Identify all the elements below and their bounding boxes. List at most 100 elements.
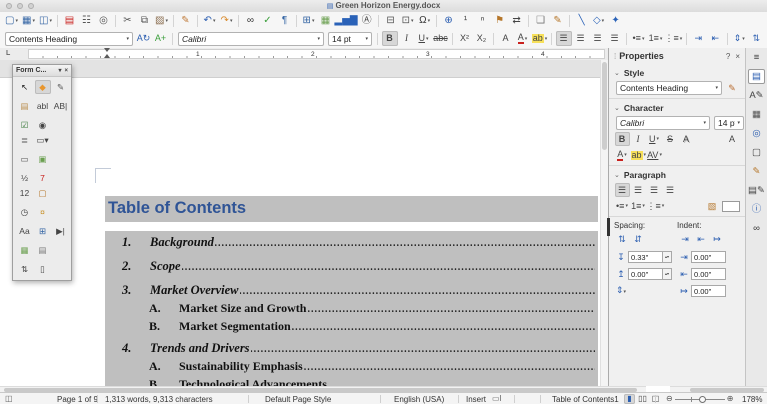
sidebar-align-center-button[interactable]: ☰	[631, 183, 646, 197]
tab-manage-changes[interactable]: ✎	[748, 164, 765, 179]
first-line-indent-input[interactable]: 0.00"	[691, 285, 726, 297]
group-box-control[interactable]: ▢	[35, 186, 51, 200]
align-center-button[interactable]: ☰	[573, 31, 589, 46]
tab-accessibility-check[interactable]: ⓘ	[748, 202, 765, 217]
numerical-field-control[interactable]: 12	[17, 186, 33, 200]
toc-entry[interactable]: A. Sustainability Emphasis...............…	[105, 359, 595, 375]
align-right-button[interactable]: ☰	[590, 31, 606, 46]
find-replace-button[interactable]: ∞	[243, 13, 259, 28]
sidebar-bold-button[interactable]: B	[614, 132, 630, 146]
undo-button[interactable]: ↶ ▾	[202, 13, 218, 28]
toc-entry[interactable]: B. Technological Advancements............…	[105, 377, 595, 386]
sidebar-close-button[interactable]: ×	[735, 52, 740, 61]
image-button-control[interactable]: ▣	[35, 152, 51, 166]
ordered-list-button[interactable]: 1≡ ▾	[648, 31, 664, 46]
show-draw-functions-button[interactable]: ✦	[608, 13, 624, 28]
select-tool[interactable]: ↖	[17, 80, 33, 94]
push-button-control[interactable]: ▭	[17, 152, 33, 166]
subscript-button[interactable]: X₂	[474, 31, 490, 46]
sidebar-help-button[interactable]: ?	[726, 52, 730, 61]
scrollbar-control[interactable]: ▯	[35, 262, 51, 276]
font-size-select[interactable]: 14 pt ▾	[328, 31, 372, 46]
zoom-slider-thumb[interactable]	[698, 395, 706, 403]
paste-button[interactable]: ▨ ▾	[154, 13, 170, 28]
toc-entry[interactable]: 4. Trends and Drivers....................…	[105, 341, 595, 357]
toggle-wizards-button[interactable]: ✎	[53, 80, 69, 94]
line-spacing-button[interactable]: ⇕ ▾	[731, 31, 747, 46]
export-pdf-button[interactable]: ▤	[62, 13, 78, 28]
sidebar-shadow-button[interactable]: A	[679, 132, 694, 146]
document-canvas[interactable]: Table of Contents 1. Background..........…	[0, 60, 600, 386]
save-status-icon[interactable]: ◫	[5, 394, 13, 403]
copy-button[interactable]: ⧉	[137, 13, 153, 28]
spacing-below-input[interactable]: 0.00"	[628, 268, 663, 280]
toc-entry[interactable]: A. Market Size and Growth................…	[105, 301, 595, 317]
highlight-color-button[interactable]: ab ▾	[531, 31, 548, 46]
tab-page[interactable]: ▢	[748, 145, 765, 160]
sidebar-unordered-list-button[interactable]: •≡ ▾	[615, 199, 630, 213]
palette-menu-icon[interactable]: ▾	[58, 67, 61, 74]
form-controls-titlebar[interactable]: Form C... ▾ ×	[13, 65, 71, 77]
toc-heading[interactable]: Table of Contents	[105, 196, 598, 222]
font-name-select[interactable]: Calibri ▾	[178, 31, 324, 46]
insert-hyperlink-button[interactable]: ⊕	[441, 13, 457, 28]
tab-styles[interactable]: A✎	[748, 88, 765, 103]
unordered-list-button[interactable]: •≡ ▾	[631, 31, 647, 46]
sidebar-resize-grip[interactable]	[607, 218, 610, 236]
zoom-level[interactable]: 178%	[742, 395, 762, 404]
palette-close-icon[interactable]: ×	[64, 68, 68, 74]
superscript-button[interactable]: X²	[457, 31, 473, 46]
basic-shapes-button[interactable]: ◇ ▾	[591, 13, 607, 28]
sidebar-outline-list-button[interactable]: ⋮≡ ▾	[647, 199, 665, 213]
insert-text-box-button[interactable]: Ⓐ	[359, 13, 375, 28]
line-spacing-select-icon[interactable]: ⇕▾	[614, 285, 628, 296]
insert-line-button[interactable]: ╲	[574, 13, 590, 28]
decrease-indent-button[interactable]: ⇤	[694, 232, 709, 246]
decrease-paragraph-spacing-button[interactable]: ⇵	[631, 232, 646, 246]
insert-chart-button[interactable]: ▂▅▇	[335, 13, 358, 28]
sidebar-font-size-select[interactable]: 14 pt ▾	[714, 116, 744, 130]
sidebar-update-style-button[interactable]: ✎	[725, 81, 740, 95]
insert-image-button[interactable]: ▦	[318, 13, 334, 28]
toc-entry[interactable]: 2. Scope.................................…	[105, 259, 595, 275]
clone-formatting-button[interactable]: ✎	[178, 13, 194, 28]
insert-footnote-button[interactable]: ¹	[458, 13, 474, 28]
pattern-field-control[interactable]: Aa	[17, 224, 33, 238]
spacing-above-input-stepper[interactable]: ▴▾	[663, 251, 672, 263]
print-preview-button[interactable]: ◎	[96, 13, 112, 28]
insert-page-break-button[interactable]: ⊟	[383, 13, 399, 28]
spelling-button[interactable]: ✓	[260, 13, 276, 28]
horizontal-ruler[interactable]: 1 2 3 4	[28, 49, 605, 59]
indent-after-input-icon[interactable]: ⇤	[677, 269, 691, 280]
formatted-field-control[interactable]: ½	[17, 171, 33, 185]
tab-style-inspector[interactable]: ▤✎	[748, 183, 765, 198]
sidebar-underline-button[interactable]: U ▾	[647, 132, 662, 146]
font-color-button[interactable]: A ▾	[515, 31, 531, 46]
navigation-bar-control[interactable]: ▶|	[53, 224, 69, 238]
print-button[interactable]: ☷	[79, 13, 95, 28]
decrease-indent-button[interactable]: ⇤	[707, 31, 723, 46]
open-button[interactable]: ▦ ▾	[21, 13, 37, 28]
zoom-in-icon[interactable]: ⊕	[727, 395, 734, 403]
spin-button-control[interactable]: ⇅	[17, 262, 33, 276]
first-line-indent-input-icon[interactable]: ↦	[677, 286, 691, 297]
paragraph-background-swatch[interactable]	[722, 200, 740, 212]
strikethrough-button[interactable]: abc	[433, 31, 449, 46]
indent-marker[interactable]	[103, 48, 112, 58]
increase-indent-button[interactable]: ⇥	[690, 31, 706, 46]
single-page-view-button[interactable]: ▮	[624, 394, 635, 404]
clear-formatting-button[interactable]: A	[498, 31, 514, 46]
increase-paragraph-spacing-button[interactable]: ⇅	[615, 232, 630, 246]
status-insert-mode[interactable]: Insert	[466, 395, 486, 404]
style-section-header[interactable]: ⌄ Style	[614, 66, 740, 79]
tab-properties[interactable]: ▤	[748, 69, 765, 84]
status-page[interactable]: Page 1 of 9	[57, 395, 98, 404]
currency-field-control[interactable]: ¤	[35, 205, 51, 219]
align-justify-button[interactable]: ☰	[607, 31, 623, 46]
check-box-control[interactable]: ☑	[17, 118, 33, 132]
combo-box-control[interactable]: ▭▾	[35, 133, 51, 147]
sidebar-highlight-button[interactable]: ab ▾	[630, 148, 646, 162]
align-left-button[interactable]: ☰	[555, 31, 572, 46]
track-changes-button[interactable]: ✎	[550, 13, 566, 28]
indent-before-input-icon[interactable]: ⇥	[677, 252, 691, 263]
